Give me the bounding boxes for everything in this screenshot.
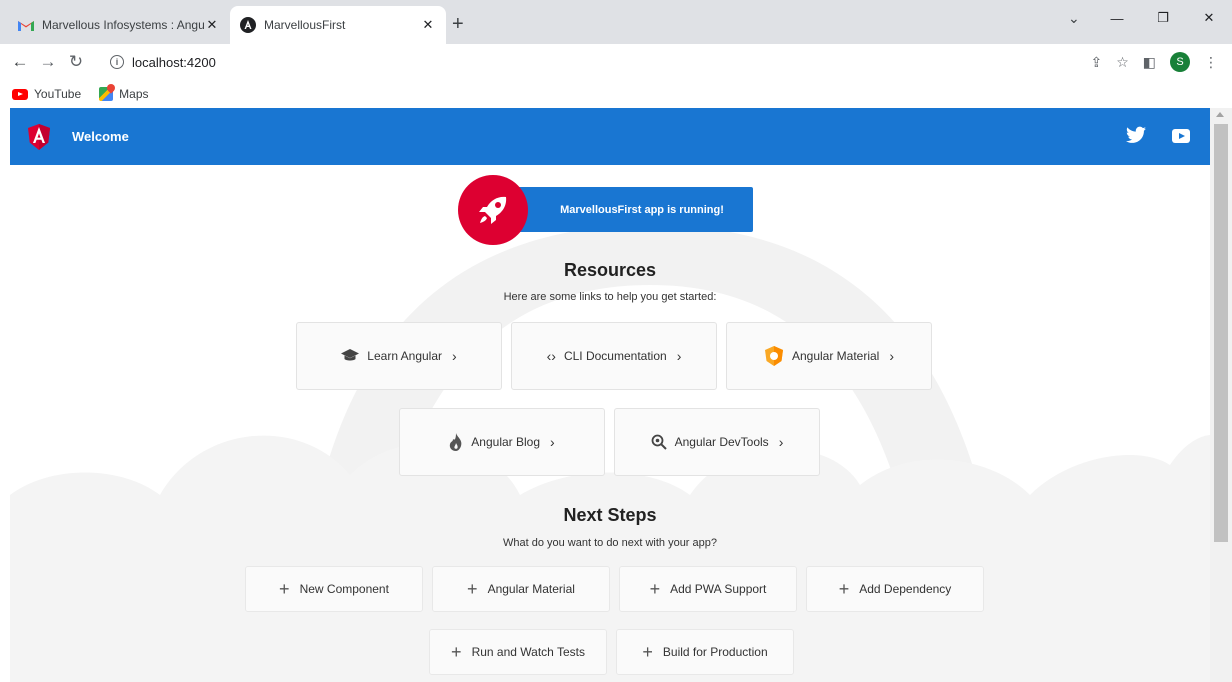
site-info-icon[interactable]: i bbox=[110, 55, 124, 69]
toolbar-title: Welcome bbox=[72, 129, 129, 144]
scrollbar[interactable] bbox=[1210, 108, 1232, 682]
plus-icon: + bbox=[642, 642, 653, 662]
youtube-icon[interactable] bbox=[1172, 129, 1190, 143]
step-label: Add PWA Support bbox=[670, 582, 767, 596]
minimize-icon[interactable]: — bbox=[1094, 0, 1140, 36]
page-viewport: Welcome MarvellousFirst app is running! … bbox=[0, 108, 1232, 682]
plus-icon: + bbox=[279, 579, 290, 599]
chevron-right-icon: › bbox=[550, 434, 555, 450]
bookmark-label: Maps bbox=[119, 87, 149, 101]
twitter-icon[interactable] bbox=[1126, 126, 1146, 144]
reload-icon[interactable]: ↻ bbox=[62, 52, 90, 72]
window-controls: — ❐ ✕ bbox=[1094, 0, 1232, 44]
angular-material-icon bbox=[764, 346, 783, 366]
step-label: Run and Watch Tests bbox=[471, 645, 585, 659]
scroll-up-arrow-icon[interactable] bbox=[1216, 112, 1224, 117]
step-build-for-production[interactable]: + Build for Production bbox=[616, 629, 794, 675]
new-tab-button[interactable]: + bbox=[452, 14, 464, 34]
close-icon[interactable]: ✕ bbox=[420, 17, 436, 33]
gmail-icon bbox=[18, 17, 34, 33]
step-label: Add Dependency bbox=[859, 582, 952, 596]
close-icon[interactable]: ✕ bbox=[204, 17, 220, 33]
card-angular-material[interactable]: Angular Material › bbox=[726, 322, 932, 390]
bookmark-maps[interactable]: Maps bbox=[99, 87, 149, 101]
plus-icon: + bbox=[467, 579, 478, 599]
app-toolbar: Welcome bbox=[10, 108, 1210, 165]
url-text[interactable]: localhost:4200 bbox=[132, 55, 216, 70]
app-running-banner: MarvellousFirst app is running! bbox=[515, 187, 753, 232]
card-angular-blog[interactable]: Angular Blog › bbox=[399, 408, 605, 476]
restore-icon[interactable]: ❐ bbox=[1140, 0, 1186, 36]
card-label: Angular DevTools bbox=[674, 435, 769, 449]
close-window-icon[interactable]: ✕ bbox=[1186, 0, 1232, 36]
tab-title: Marvellous Infosystems : Angular bbox=[42, 18, 204, 32]
chevron-right-icon: › bbox=[778, 434, 784, 450]
step-label: New Component bbox=[299, 582, 389, 596]
card-label: Angular Material bbox=[791, 349, 880, 363]
card-label: Angular Blog bbox=[471, 435, 541, 449]
step-label: Build for Production bbox=[662, 645, 768, 659]
code-brackets-icon: ‹› bbox=[546, 348, 556, 364]
angular-logo-icon bbox=[28, 123, 50, 150]
flame-icon bbox=[450, 433, 462, 451]
chevron-right-icon: › bbox=[676, 348, 682, 364]
tab-marvellousfirst[interactable]: MarvellousFirst ✕ bbox=[230, 6, 446, 44]
bookmark-star-icon[interactable]: ☆ bbox=[1116, 54, 1129, 71]
angular-icon bbox=[240, 17, 256, 33]
tab-search-icon[interactable]: ⌄ bbox=[1068, 10, 1080, 27]
step-run-and-watch-tests[interactable]: + Run and Watch Tests bbox=[429, 629, 607, 675]
bookmark-youtube[interactable]: YouTube bbox=[12, 87, 81, 101]
next-steps-heading: Next Steps bbox=[563, 505, 657, 525]
main-content: MarvellousFirst app is running! Resource… bbox=[10, 165, 1210, 682]
profile-avatar[interactable]: S bbox=[1170, 52, 1190, 72]
step-label: Angular Material bbox=[487, 582, 575, 596]
share-icon[interactable]: ⇪ bbox=[1090, 54, 1102, 71]
tab-title: MarvellousFirst bbox=[264, 18, 346, 32]
magnifier-icon bbox=[651, 434, 667, 450]
back-arrow-icon[interactable]: ← bbox=[6, 52, 34, 72]
bookmark-label: YouTube bbox=[34, 87, 82, 101]
card-learn-angular[interactable]: Learn Angular › bbox=[296, 322, 502, 390]
toolbar-actions: ⇪ ☆ ◧ S ⋮ bbox=[1090, 48, 1218, 76]
card-label: CLI Documentation bbox=[563, 349, 667, 363]
card-cli-documentation[interactable]: ‹› CLI Documentation › bbox=[511, 322, 717, 390]
scroll-thumb[interactable] bbox=[1214, 124, 1228, 542]
plus-icon: + bbox=[451, 642, 462, 662]
plus-icon: + bbox=[649, 579, 661, 599]
side-panel-icon[interactable]: ◧ bbox=[1143, 54, 1156, 71]
youtube-icon bbox=[12, 88, 28, 100]
maps-icon bbox=[99, 87, 114, 101]
browser-chrome: Marvellous Infosystems : Angular ✕ Marve… bbox=[0, 0, 1232, 108]
plus-icon: + bbox=[838, 579, 850, 599]
card-label: Learn Angular bbox=[367, 349, 443, 363]
tab-marvellous-infosystems[interactable]: Marvellous Infosystems : Angular ✕ bbox=[8, 6, 230, 44]
browser-toolbar: ← → ↻ i localhost:4200 ⇪ ☆ ◧ S ⋮ bbox=[0, 44, 1232, 80]
forward-arrow-icon[interactable]: → bbox=[34, 52, 62, 72]
step-add-dependency[interactable]: + Add Dependency bbox=[806, 566, 984, 612]
next-steps-subtitle: What do you want to do next with your ap… bbox=[502, 537, 718, 549]
graduation-cap-icon bbox=[341, 349, 360, 361]
resources-subtitle: Here are some links to help you get star… bbox=[503, 291, 717, 303]
card-angular-devtools[interactable]: Angular DevTools › bbox=[614, 408, 820, 476]
step-new-component[interactable]: + New Component bbox=[245, 566, 423, 612]
chevron-right-icon: › bbox=[889, 348, 895, 364]
resources-heading: Resources bbox=[563, 260, 657, 280]
rocket-icon bbox=[458, 175, 528, 245]
menu-kebab-icon[interactable]: ⋮ bbox=[1204, 54, 1218, 71]
bookmarks-bar: YouTube Maps bbox=[0, 80, 1232, 108]
address-bar[interactable]: i localhost:4200 bbox=[110, 48, 1210, 76]
step-add-pwa-support[interactable]: + Add PWA Support bbox=[619, 566, 797, 612]
tab-strip: Marvellous Infosystems : Angular ✕ Marve… bbox=[0, 0, 1232, 44]
step-angular-material[interactable]: + Angular Material bbox=[432, 566, 610, 612]
chevron-right-icon: › bbox=[452, 348, 457, 364]
